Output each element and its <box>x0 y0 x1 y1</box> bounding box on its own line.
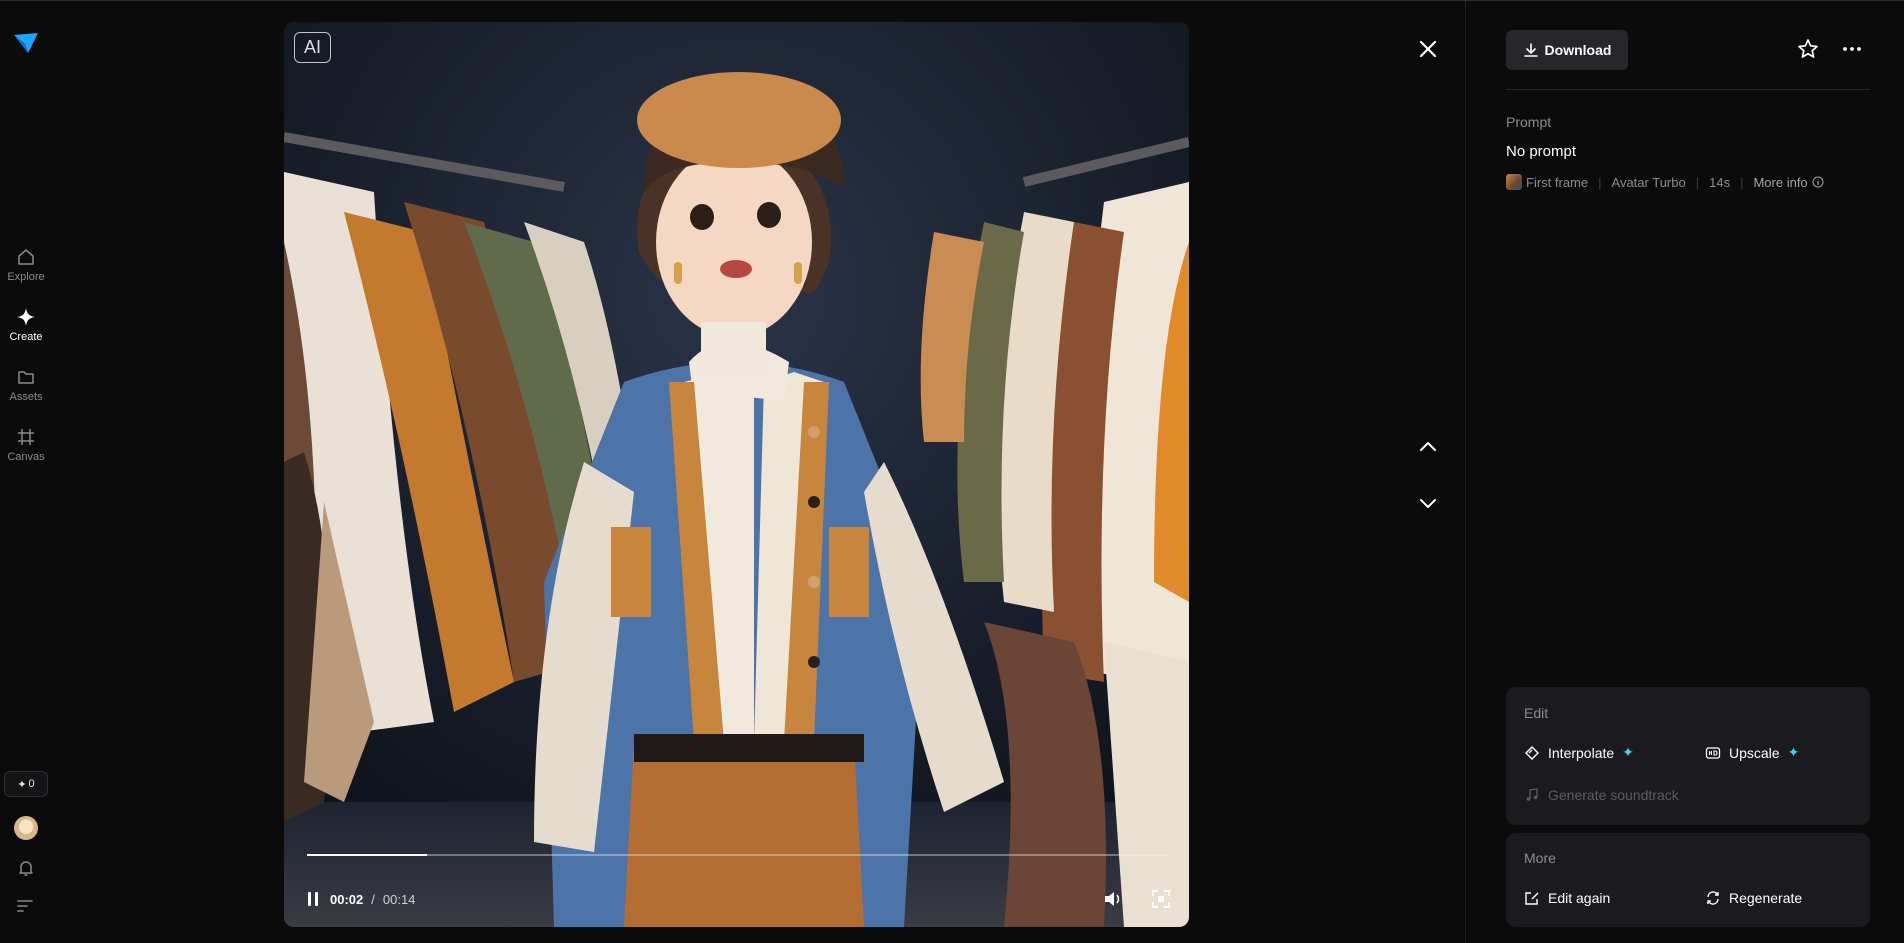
more-options-icon[interactable] <box>1840 37 1864 61</box>
prompt-text: No prompt <box>1506 143 1577 160</box>
nav-explore[interactable]: Explore <box>0 247 52 283</box>
nav-create-label: Create <box>9 331 43 343</box>
app-root: Explore Create Assets Canvas ✦ 0 AI 00:0… <box>0 0 1904 943</box>
model-label: Avatar Turbo <box>1611 174 1686 190</box>
avatar[interactable] <box>14 816 38 840</box>
credits-button[interactable]: ✦ 0 <box>4 771 48 797</box>
pause-button[interactable] <box>304 890 322 908</box>
nav-assets-label: Assets <box>9 391 43 403</box>
sparkle-icon: ✦ <box>1622 744 1634 760</box>
more-card: More Edit again Regenerate <box>1506 833 1870 927</box>
upscale-button[interactable]: Upscale ✦ <box>1705 744 1799 761</box>
folder-icon <box>18 371 34 384</box>
interpolate-label: Interpolate <box>1548 744 1615 761</box>
volume-icon[interactable] <box>1102 888 1124 910</box>
chevron-up-icon[interactable] <box>1416 435 1440 459</box>
details-panel: Download Prompt No prompt First frame | … <box>1466 1 1904 943</box>
close-icon[interactable] <box>1416 37 1440 61</box>
sparkle-icon <box>17 308 35 326</box>
nav-assets[interactable]: Assets <box>0 367 52 403</box>
more-info-link[interactable]: More info <box>1753 174 1824 190</box>
generation-meta: First frame | Avatar Turbo | 14s | More … <box>1506 173 1824 191</box>
regenerate-button[interactable]: Regenerate <box>1705 890 1802 906</box>
sparkle-icon: ✦ <box>1787 744 1800 760</box>
first-frame-label[interactable]: First frame <box>1526 175 1588 190</box>
edit-card-title: Edit <box>1524 705 1549 721</box>
generate-soundtrack-button[interactable]: Generate soundtrack <box>1524 787 1679 803</box>
duration-label: 14s <box>1709 174 1731 190</box>
progress-fill <box>307 854 428 856</box>
credits-count: 0 <box>28 778 35 790</box>
home-icon <box>18 249 34 265</box>
more-info-label: More info <box>1753 174 1808 190</box>
upscale-label: Upscale <box>1729 744 1780 761</box>
left-nav: Explore Create Assets Canvas ✦ 0 <box>0 1 52 943</box>
more-card-title: More <box>1524 850 1556 866</box>
edit-again-label: Edit again <box>1548 890 1611 906</box>
playback-controls: 00:02 / 00:14 <box>304 888 415 910</box>
panel-divider-line <box>1506 89 1870 90</box>
video-frame <box>284 22 1189 927</box>
meta-separator: | <box>1598 174 1602 190</box>
ai-badge: AI <box>294 32 331 63</box>
edit-again-button[interactable]: Edit again <box>1524 890 1610 906</box>
edit-icon <box>1525 892 1539 905</box>
first-frame-thumbnail[interactable] <box>1506 174 1522 190</box>
sparkle-icon: ✦ <box>17 778 27 791</box>
chevron-down-icon[interactable] <box>1416 491 1440 515</box>
nav-canvas-label: Canvas <box>7 451 45 463</box>
regenerate-label: Regenerate <box>1729 890 1803 906</box>
nav-create[interactable]: Create <box>0 307 52 343</box>
hd-icon <box>1705 746 1721 759</box>
generate-soundtrack-label: Generate soundtrack <box>1548 787 1679 803</box>
nav-explore-label: Explore <box>7 271 45 283</box>
interpolate-icon <box>1525 745 1539 760</box>
meta-separator: | <box>1740 174 1744 190</box>
interpolate-button[interactable]: Interpolate ✦ <box>1524 744 1634 761</box>
nav-canvas[interactable]: Canvas <box>0 427 52 463</box>
music-note-icon <box>1526 788 1538 801</box>
star-icon[interactable] <box>1796 37 1820 61</box>
time-separator: / <box>371 891 375 907</box>
download-label: Download <box>1544 42 1612 58</box>
logo-icon[interactable] <box>12 29 40 57</box>
meta-separator: | <box>1695 174 1700 190</box>
canvas-icon <box>18 429 34 445</box>
prompt-label: Prompt <box>1506 114 1552 130</box>
time-current: 00:02 <box>330 891 364 907</box>
download-icon <box>1523 43 1538 57</box>
time-total: 00:14 <box>382 891 416 907</box>
bell-icon[interactable] <box>16 858 36 878</box>
regenerate-icon <box>1707 891 1719 905</box>
download-button[interactable]: Download <box>1506 30 1628 70</box>
fullscreen-icon[interactable] <box>1150 888 1172 910</box>
progress-bar[interactable] <box>307 854 1167 856</box>
edit-card: Edit Interpolate ✦ Upscale ✦ Generate so… <box>1506 687 1870 825</box>
info-icon <box>1812 176 1824 188</box>
video-player[interactable]: AI 00:02 / 00:14 <box>284 22 1189 927</box>
menu-icon[interactable] <box>17 899 35 913</box>
